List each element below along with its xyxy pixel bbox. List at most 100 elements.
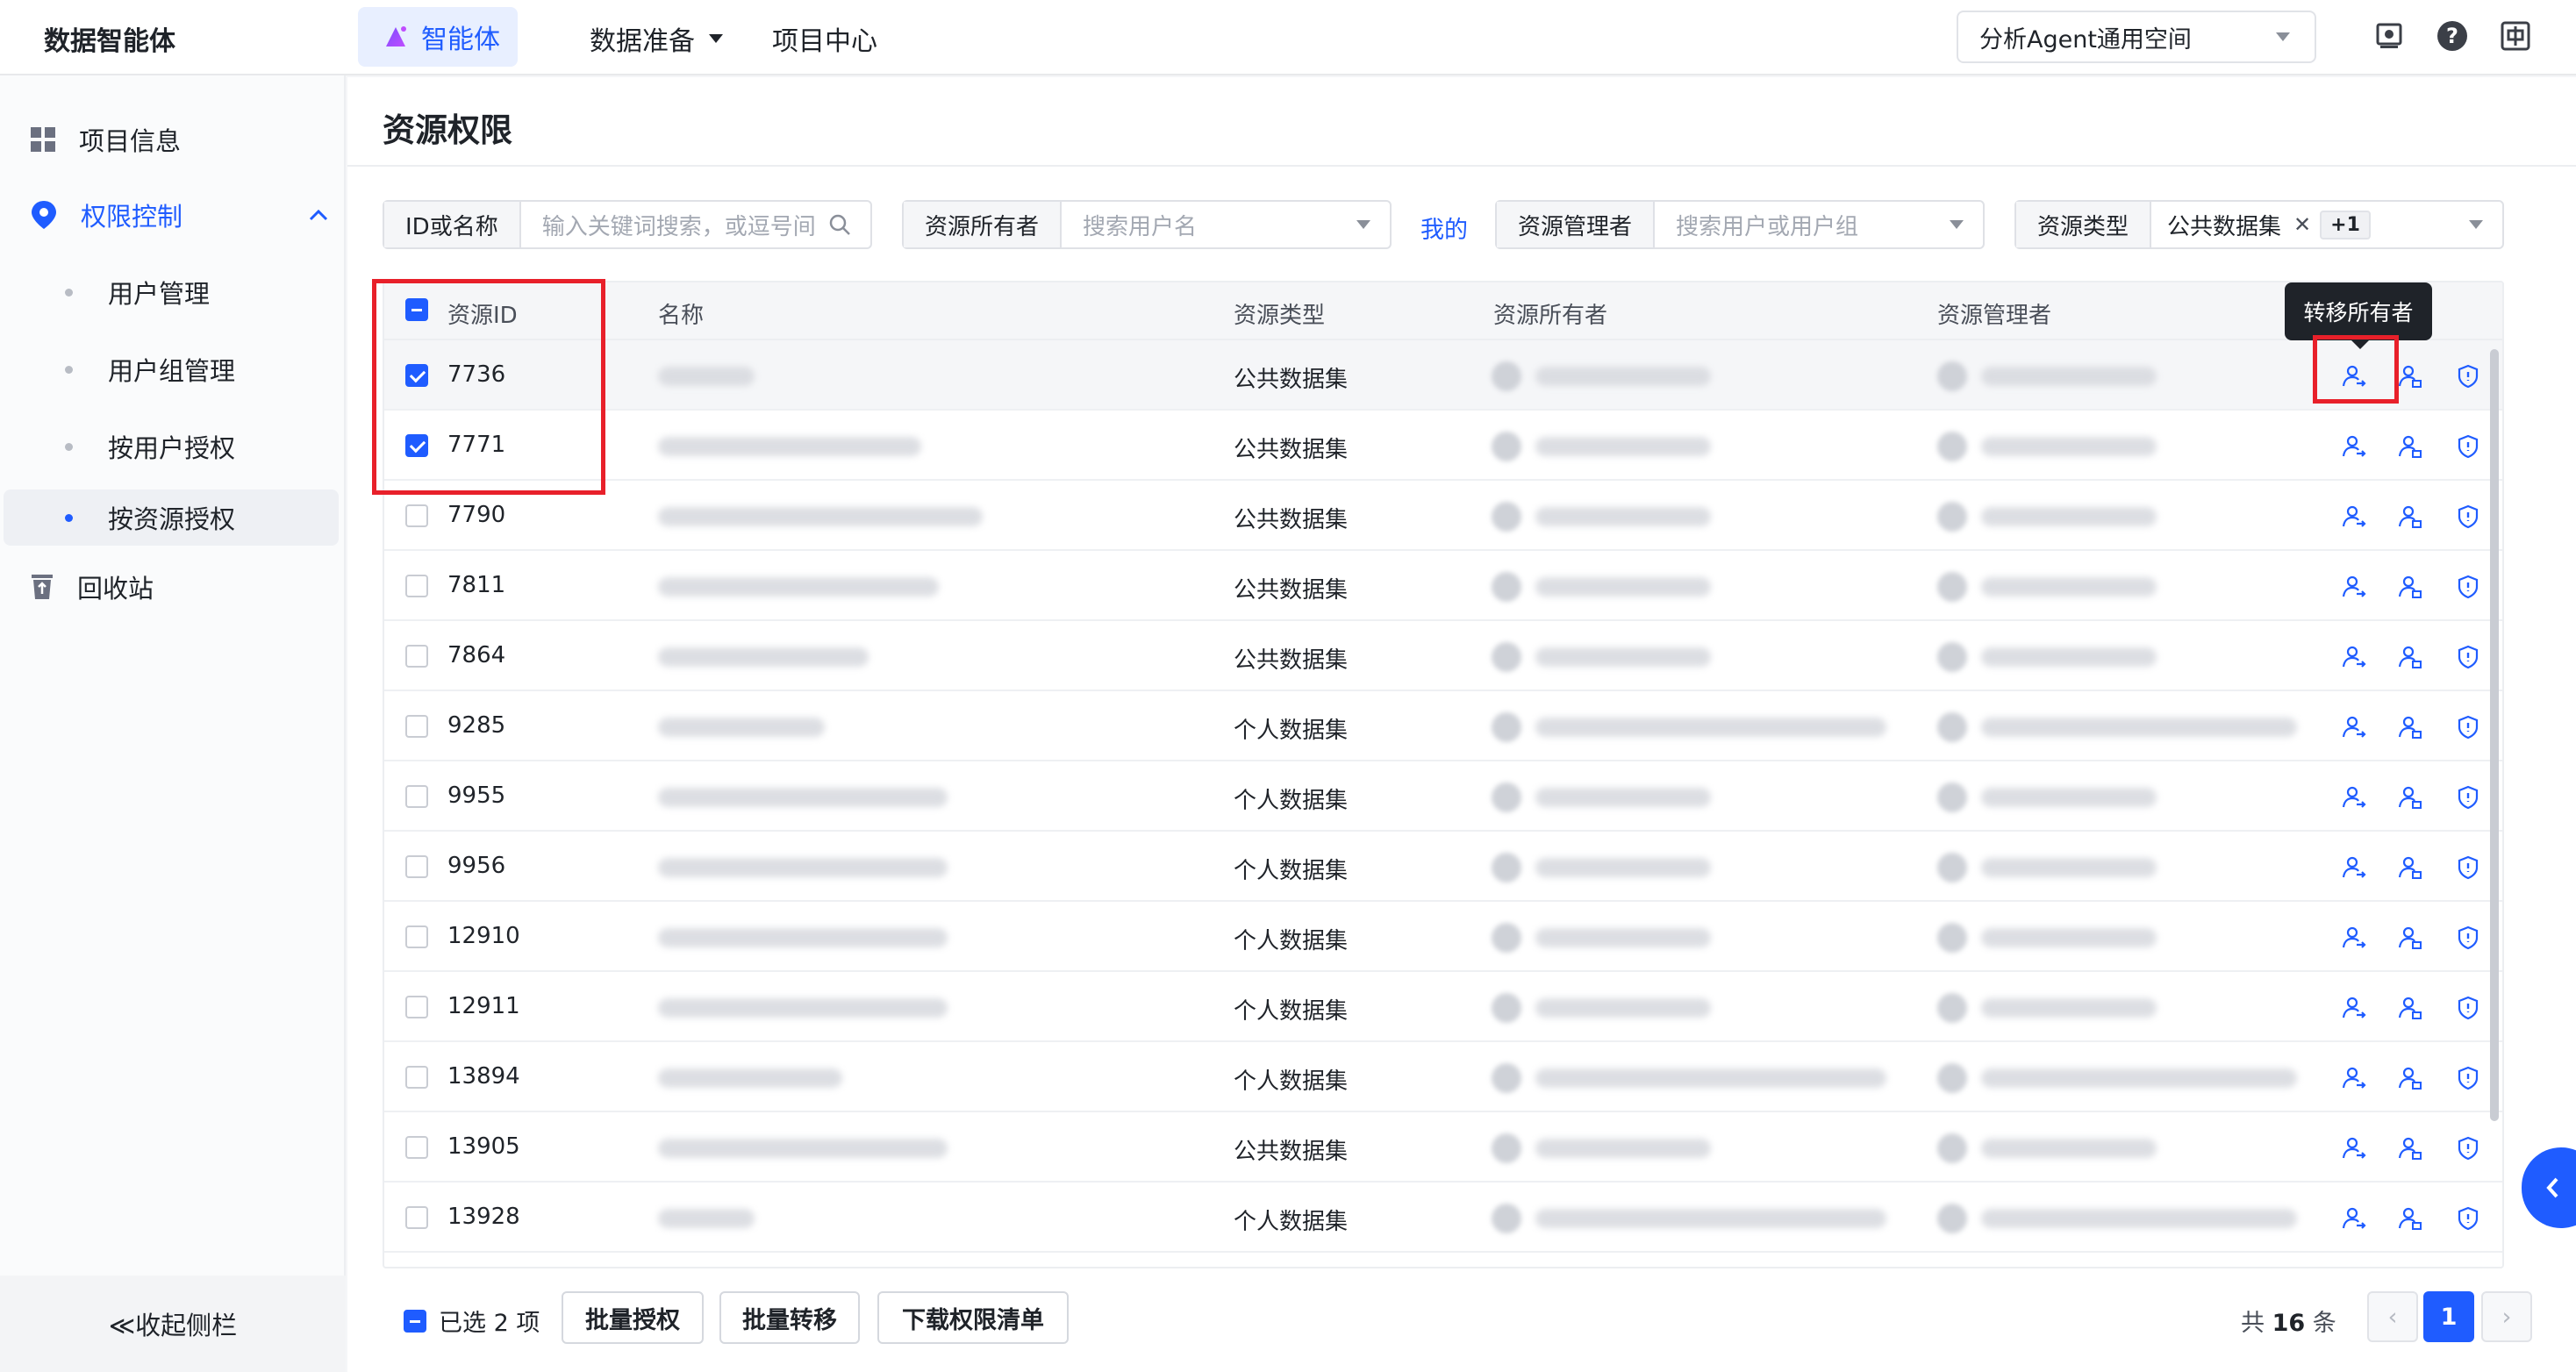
sidebar: 项目信息 权限控制 用户管理 用户组管理 按用户授权 按资源授权 回收站 ≪收起… xyxy=(0,75,346,1372)
manager-setting-icon[interactable] xyxy=(2395,642,2425,672)
close-icon[interactable]: ✕ xyxy=(2293,212,2311,237)
table-row[interactable]: 13928 个人数据集 xyxy=(384,1183,2502,1253)
owner-search-input[interactable]: 搜索用户名 xyxy=(1062,209,1356,241)
row-checkbox[interactable] xyxy=(405,645,428,668)
row-checkbox[interactable] xyxy=(405,785,428,808)
permission-shield-icon[interactable] xyxy=(2453,853,2483,883)
permission-shield-icon[interactable] xyxy=(2453,642,2483,672)
next-page-button[interactable]: › xyxy=(2481,1291,2532,1342)
manager-setting-icon[interactable] xyxy=(2395,782,2425,812)
sidebar-item-grant-by-user[interactable]: 按用户授权 xyxy=(65,428,235,465)
table-row[interactable]: 7736 公共数据集 xyxy=(384,340,2502,411)
table-row[interactable]: 13894 个人数据集 xyxy=(384,1042,2502,1112)
permission-shield-icon[interactable] xyxy=(2453,712,2483,742)
batch-grant-button[interactable]: 批量授权 xyxy=(562,1291,704,1344)
table-row[interactable]: 12910 个人数据集 xyxy=(384,902,2502,972)
mine-link[interactable]: 我的 xyxy=(1420,211,1468,245)
batch-transfer-button[interactable]: 批量转移 xyxy=(719,1291,860,1344)
manager-setting-icon[interactable] xyxy=(2395,993,2425,1023)
manager-setting-icon[interactable] xyxy=(2395,853,2425,883)
transfer-owner-icon[interactable] xyxy=(2339,642,2369,672)
table-row[interactable]: 7771 公共数据集 xyxy=(384,411,2502,481)
table-row[interactable]: 12911 个人数据集 xyxy=(384,972,2502,1042)
transfer-owner-icon[interactable] xyxy=(2339,1133,2369,1163)
sidebar-item-recycle-bin[interactable]: 回收站 xyxy=(30,568,154,605)
transfer-owner-icon[interactable] xyxy=(2339,712,2369,742)
permission-shield-icon[interactable] xyxy=(2453,782,2483,812)
transfer-owner-icon[interactable] xyxy=(2339,1063,2369,1093)
manager-setting-icon[interactable] xyxy=(2395,502,2425,532)
table-row[interactable]: 7864 公共数据集 xyxy=(384,621,2502,691)
manager-setting-icon[interactable] xyxy=(2395,1133,2425,1163)
row-checkbox[interactable] xyxy=(405,715,428,738)
row-checkbox[interactable] xyxy=(405,1066,428,1089)
manager-search-input[interactable]: 搜索用户或用户组 xyxy=(1655,209,1950,241)
collapse-sidebar-button[interactable]: ≪收起侧栏 xyxy=(0,1276,346,1372)
sidebar-item-grant-by-resource[interactable]: 按资源授权 xyxy=(4,489,339,546)
transfer-owner-icon[interactable] xyxy=(2339,572,2369,602)
row-checkbox[interactable] xyxy=(405,855,428,878)
language-icon[interactable] xyxy=(2499,19,2532,53)
sidebar-item-usergroup-management[interactable]: 用户组管理 xyxy=(65,351,235,388)
permission-shield-icon[interactable] xyxy=(2453,361,2483,391)
table-row[interactable]: 9955 个人数据集 xyxy=(384,761,2502,832)
help-icon[interactable]: ? xyxy=(2436,19,2469,53)
sidebar-item-project-info[interactable]: 项目信息 xyxy=(30,121,181,158)
table-row[interactable]: 7790 公共数据集 xyxy=(384,481,2502,551)
manager-setting-icon[interactable] xyxy=(2395,1063,2425,1093)
manager-setting-icon[interactable] xyxy=(2395,572,2425,602)
manager-setting-icon[interactable] xyxy=(2395,923,2425,953)
row-checkbox[interactable] xyxy=(405,1136,428,1159)
permission-shield-icon[interactable] xyxy=(2453,923,2483,953)
table-row[interactable]: 9956 个人数据集 xyxy=(384,832,2502,902)
transfer-owner-icon[interactable] xyxy=(2339,993,2369,1023)
transfer-owner-icon[interactable] xyxy=(2339,782,2369,812)
sidebar-item-user-management[interactable]: 用户管理 xyxy=(65,274,210,311)
chevron-down-icon[interactable] xyxy=(1950,220,1983,229)
permission-shield-icon[interactable] xyxy=(2453,993,2483,1023)
nav-agent[interactable]: 智能体 xyxy=(358,7,518,67)
transfer-owner-icon[interactable] xyxy=(2339,432,2369,461)
page-1-button[interactable]: 1 xyxy=(2423,1291,2474,1342)
chevron-down-icon[interactable] xyxy=(1356,220,1390,229)
manager-setting-icon[interactable] xyxy=(2395,361,2425,391)
id-name-search-input[interactable]: 输入关键词搜索，或逗号间 xyxy=(521,209,828,241)
row-checkbox[interactable] xyxy=(405,575,428,597)
transfer-owner-icon[interactable] xyxy=(2339,853,2369,883)
owner-filter[interactable]: 资源所有者 搜索用户名 xyxy=(902,200,1392,249)
transfer-owner-icon[interactable] xyxy=(2339,923,2369,953)
sidebar-item-permission-control[interactable]: 权限控制 xyxy=(30,197,328,233)
table-row[interactable]: 9285 个人数据集 xyxy=(384,691,2502,761)
table-row[interactable]: 7811 公共数据集 xyxy=(384,551,2502,621)
manager-setting-icon[interactable] xyxy=(2395,1204,2425,1233)
permission-shield-icon[interactable] xyxy=(2453,432,2483,461)
prev-page-button[interactable]: ‹ xyxy=(2367,1291,2418,1342)
space-select[interactable]: 分析Agent通用空间 xyxy=(1957,11,2316,63)
row-checkbox[interactable] xyxy=(405,996,428,1018)
sidebar-item-label: 用户管理 xyxy=(108,279,211,309)
table-scrollbar[interactable] xyxy=(2490,349,2499,1121)
permission-shield-icon[interactable] xyxy=(2453,1204,2483,1233)
table-row[interactable]: 13905 公共数据集 xyxy=(384,1112,2502,1183)
nav-data-prep[interactable]: 数据准备 xyxy=(590,19,723,58)
transfer-owner-icon[interactable] xyxy=(2339,1204,2369,1233)
row-checkbox[interactable] xyxy=(405,1206,428,1229)
chevron-down-icon[interactable] xyxy=(2469,220,2502,229)
permission-shield-icon[interactable] xyxy=(2453,1063,2483,1093)
id-name-filter[interactable]: ID或名称 输入关键词搜索，或逗号间 xyxy=(383,200,872,249)
row-checkbox[interactable] xyxy=(405,504,428,527)
nav-project-center[interactable]: 项目中心 xyxy=(772,19,877,58)
manager-setting-icon[interactable] xyxy=(2395,432,2425,461)
manager-setting-icon[interactable] xyxy=(2395,712,2425,742)
permission-shield-icon[interactable] xyxy=(2453,502,2483,532)
search-icon[interactable] xyxy=(828,213,870,236)
resource-type-filter[interactable]: 资源类型 公共数据集 ✕ +1 xyxy=(2014,200,2504,249)
permission-shield-icon[interactable] xyxy=(2453,572,2483,602)
row-checkbox[interactable] xyxy=(405,925,428,948)
download-permission-list-button[interactable]: 下载权限清单 xyxy=(877,1291,1069,1344)
settings-box-icon[interactable] xyxy=(2372,19,2406,53)
permission-shield-icon[interactable] xyxy=(2453,1133,2483,1163)
manager-filter[interactable]: 资源管理者 搜索用户或用户组 xyxy=(1495,200,1985,249)
transfer-owner-icon[interactable] xyxy=(2339,502,2369,532)
footer-select-checkbox[interactable] xyxy=(404,1309,426,1333)
